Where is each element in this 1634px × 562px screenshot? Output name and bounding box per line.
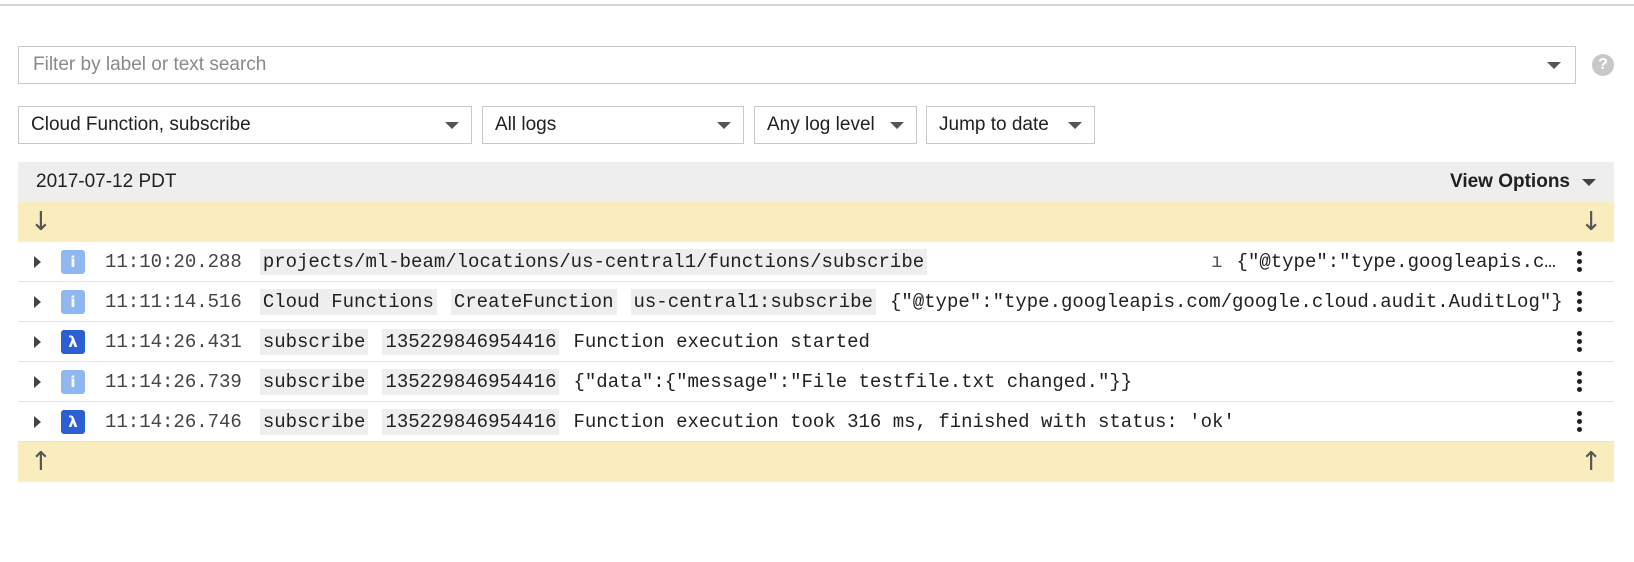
jump-to-date-label: Jump to date <box>939 114 1049 135</box>
log-label-chip[interactable]: subscribe <box>259 368 369 395</box>
more-vert-icon[interactable] <box>1564 327 1594 357</box>
log-entries-list: i 11:10:20.288 projects/ml-beam/locations/… <box>18 242 1614 442</box>
menu-dot <box>1576 331 1582 336</box>
log-label-chip[interactable]: subscribe <box>259 408 369 435</box>
menu-dot <box>1576 251 1582 256</box>
truncation-marker: ı <box>1211 250 1223 273</box>
filter-bar <box>18 46 1576 84</box>
function-log-icon: λ <box>61 329 85 354</box>
expand-row-icon[interactable] <box>34 295 41 308</box>
log-message: Function execution started <box>573 330 870 353</box>
load-older-bar: ↑ ↑ <box>18 442 1614 482</box>
chevron-down-icon <box>890 121 904 129</box>
jump-to-date-selector[interactable]: Jump to date <box>926 106 1095 144</box>
chevron-down-icon <box>445 121 459 129</box>
resource-selector-label: Cloud Function, subscribe <box>31 114 251 135</box>
log-label-chip[interactable]: Cloud Functions <box>259 288 437 315</box>
help-icon[interactable]: ? <box>1592 54 1614 76</box>
load-newer-bar: ↓ ↓ <box>18 202 1614 242</box>
menu-dot <box>1576 371 1582 376</box>
info-severity-icon: i <box>61 249 85 274</box>
filter-search-input[interactable] <box>19 47 1533 83</box>
log-entry-row[interactable]: λ 11:14:26.431 subscribe 135229846954416 Fun… <box>18 322 1614 362</box>
menu-dot <box>1576 427 1582 432</box>
menu-dot <box>1576 339 1582 344</box>
filter-dropdown-button[interactable] <box>1533 47 1575 83</box>
log-entry-row[interactable]: λ 11:14:26.746 subscribe 135229846954416 Fun… <box>18 402 1614 442</box>
function-log-icon: λ <box>61 409 85 434</box>
arrow-up-icon[interactable]: ↑ <box>1580 449 1602 475</box>
log-panel-header: 2017-07-12 PDT View Options <box>18 162 1614 202</box>
expand-row-icon[interactable] <box>34 255 41 268</box>
chevron-down-icon <box>717 121 731 129</box>
log-label-chip[interactable]: CreateFunction <box>450 288 617 315</box>
log-message: {"@type":"type.googleapis.com/google.clo… <box>889 290 1563 313</box>
log-level-selector[interactable]: Any log level <box>754 106 917 144</box>
log-name-selector-label: All logs <box>495 114 557 135</box>
more-vert-icon[interactable] <box>1564 407 1594 437</box>
log-timestamp: 11:14:26.746 <box>105 410 242 433</box>
log-message: {"@type":"type.googleapis.com/google.clo… <box>1236 250 1564 273</box>
chevron-down-icon <box>1582 178 1596 186</box>
arrow-up-icon[interactable]: ↑ <box>30 449 52 475</box>
expand-row-icon[interactable] <box>34 335 41 348</box>
view-options-button[interactable]: View Options <box>1450 171 1596 193</box>
log-message: {"data":{"message":"File testfile.txt ch… <box>573 370 1133 393</box>
log-label-chip[interactable]: projects/ml-beam/locations/us-central1/f… <box>259 248 928 275</box>
arrow-down-icon[interactable]: ↓ <box>30 209 52 235</box>
top-divider <box>0 4 1634 6</box>
log-level-selector-label: Any log level <box>767 114 875 135</box>
resource-selector[interactable]: Cloud Function, subscribe <box>18 106 472 144</box>
menu-dot <box>1576 411 1582 416</box>
log-label-chip[interactable]: subscribe <box>259 328 369 355</box>
log-date-label: 2017-07-12 PDT <box>36 171 177 192</box>
info-severity-icon: i <box>61 289 85 314</box>
log-label-chip[interactable]: 135229846954416 <box>382 408 560 435</box>
arrow-down-icon[interactable]: ↓ <box>1580 209 1602 235</box>
menu-dot <box>1576 291 1582 296</box>
log-message: Function execution took 316 ms, finished… <box>573 410 1235 433</box>
more-vert-icon[interactable] <box>1564 247 1594 277</box>
menu-dot <box>1576 379 1582 384</box>
menu-dot <box>1576 299 1582 304</box>
log-label-chip[interactable]: 135229846954416 <box>382 368 560 395</box>
more-vert-icon[interactable] <box>1564 287 1594 317</box>
label-spacer <box>941 242 1211 281</box>
menu-dot <box>1576 307 1582 312</box>
log-label-chip[interactable]: us-central1:subscribe <box>630 288 876 315</box>
log-entry-row[interactable]: i 11:11:14.516 Cloud Functions CreateFuncti… <box>18 282 1614 322</box>
log-timestamp: 11:14:26.431 <box>105 330 242 353</box>
menu-dot <box>1576 259 1582 264</box>
menu-dot <box>1576 419 1582 424</box>
expand-row-icon[interactable] <box>34 375 41 388</box>
menu-dot <box>1576 347 1582 352</box>
menu-dot <box>1576 387 1582 392</box>
log-timestamp: 11:11:14.516 <box>105 290 242 313</box>
chevron-down-icon <box>1547 61 1561 69</box>
log-entry-row[interactable]: i 11:14:26.739 subscribe 135229846954416 {"d… <box>18 362 1614 402</box>
expand-row-icon[interactable] <box>34 415 41 428</box>
log-timestamp: 11:10:20.288 <box>105 250 242 273</box>
log-label-chip[interactable]: 135229846954416 <box>382 328 560 355</box>
log-panel: 2017-07-12 PDT View Options ↓ ↓ i 11:10:2… <box>18 162 1614 482</box>
log-name-selector[interactable]: All logs <box>482 106 744 144</box>
more-vert-icon[interactable] <box>1564 367 1594 397</box>
log-entry-row[interactable]: i 11:10:20.288 projects/ml-beam/locations/… <box>18 242 1614 282</box>
log-timestamp: 11:14:26.739 <box>105 370 242 393</box>
info-severity-icon: i <box>61 369 85 394</box>
chevron-down-icon <box>1068 121 1082 129</box>
view-options-label: View Options <box>1449 171 1570 192</box>
menu-dot <box>1576 267 1582 272</box>
